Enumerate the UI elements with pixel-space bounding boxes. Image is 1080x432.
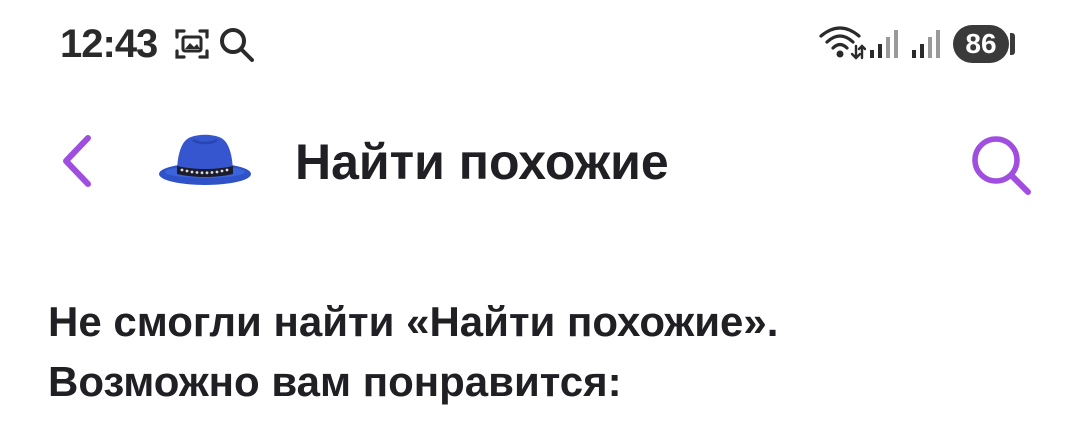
wifi-icon — [819, 26, 866, 60]
no-results-text: Не смогли найти «Найти похожие». — [48, 298, 779, 345]
search-button[interactable] — [966, 130, 1038, 202]
signal-icon — [912, 30, 940, 58]
no-results-message: Не смогли найти «Найти похожие». Возможн… — [48, 292, 1048, 412]
back-button[interactable] — [48, 126, 108, 196]
search-icon — [972, 136, 1031, 195]
status-bar: 12:43 86 — [0, 0, 1080, 92]
battery-level: 86 — [953, 25, 1009, 63]
screenshot-icon — [175, 29, 209, 59]
hat-icon — [159, 134, 251, 185]
status-time: 12:43 — [60, 22, 158, 66]
battery-tip — [1010, 33, 1015, 55]
chevron-left-icon — [63, 135, 91, 187]
search-icon — [220, 28, 254, 62]
header: Найти похожие — [0, 100, 1080, 220]
suggestions-heading: Возможно вам понравится: — [48, 358, 622, 405]
page-title: Найти похожие — [295, 134, 669, 190]
signal-icon — [870, 30, 898, 58]
